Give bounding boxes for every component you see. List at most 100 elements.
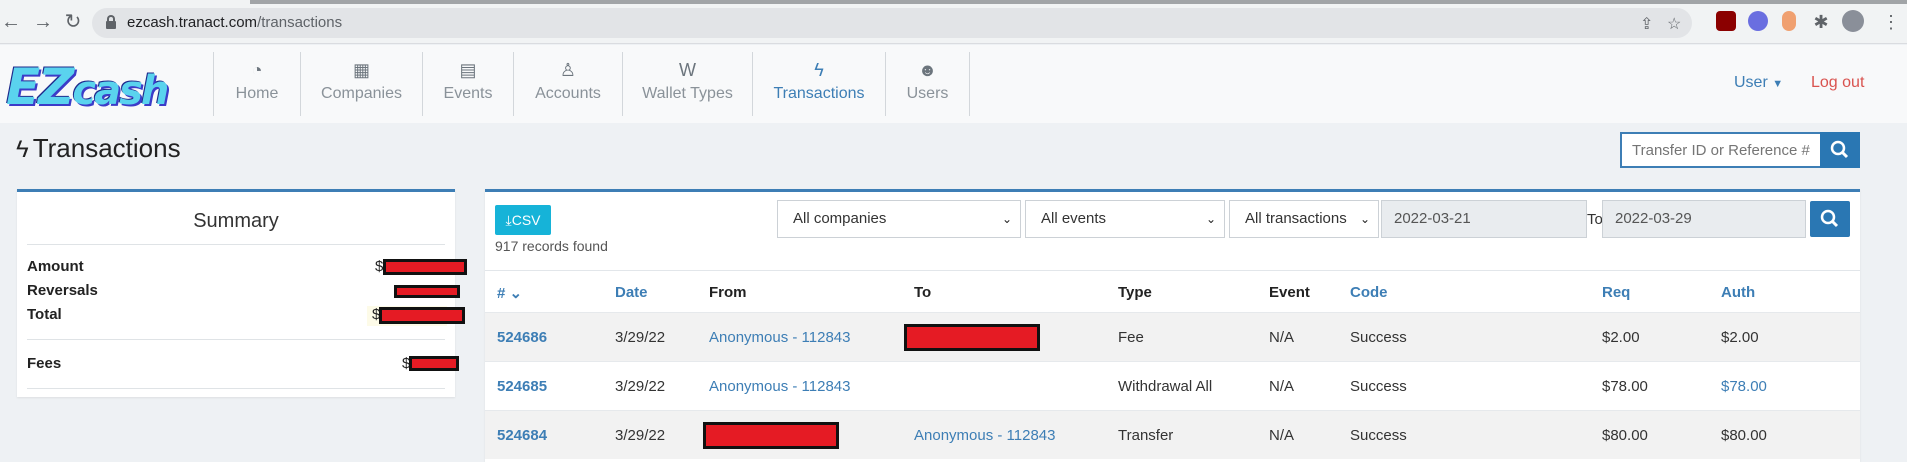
cell-auth: $2.00 — [1721, 329, 1759, 346]
col-event: Event — [1269, 284, 1310, 301]
nav-events[interactable]: ▤ Events — [423, 52, 514, 116]
cell-req: $80.00 — [1602, 427, 1648, 444]
nav-accounts[interactable]: ♙ Accounts — [514, 52, 623, 116]
col-type: Type — [1118, 284, 1152, 301]
divider — [27, 388, 445, 389]
reload-icon[interactable]: ↻ — [62, 11, 84, 33]
menu-icon[interactable]: ⋮ — [1880, 11, 1902, 33]
search-input[interactable] — [1620, 132, 1820, 168]
col-auth[interactable]: Auth — [1721, 284, 1755, 301]
search-icon — [1830, 140, 1849, 159]
table-row[interactable]: 524685 3/29/22 Anonymous - 112843 Withdr… — [485, 361, 1860, 410]
from-account-link[interactable]: Anonymous - 112843 — [709, 329, 850, 346]
extension-icon[interactable] — [1782, 11, 1796, 31]
col-id[interactable]: # ⌄ — [497, 284, 522, 302]
cell-req: $2.00 — [1602, 329, 1640, 346]
summary-row-fees: Fees $ — [27, 355, 459, 375]
cell-date: 3/29/22 — [615, 427, 666, 444]
url-text: ezcash.tranact.com/transactions — [127, 14, 343, 31]
date-from-input[interactable]: 2022-03-21 — [1381, 200, 1587, 238]
nav-home[interactable]: ◔ Home — [213, 52, 301, 116]
summary-row-reversals: Reversals — [27, 282, 460, 302]
app-header: EZcash ◔ Home ▦ Companies ▤ Events ♙ Acc… — [0, 45, 1907, 123]
transaction-id-link[interactable]: 524685 — [497, 378, 547, 395]
chevron-down-icon: ⌄ — [509, 285, 523, 302]
divider — [27, 339, 445, 340]
date-to-input[interactable]: 2022-03-29 — [1602, 200, 1806, 238]
profile-avatar[interactable] — [1842, 10, 1864, 32]
from-account-link[interactable]: Anonymous - 112843 — [709, 378, 850, 395]
redacted-from — [703, 422, 839, 449]
redacted-value — [394, 285, 460, 298]
cell-event: N/A — [1269, 427, 1295, 444]
search-icon — [1820, 209, 1839, 228]
cell-code: Success — [1350, 378, 1407, 395]
ublock-icon[interactable] — [1716, 11, 1736, 31]
date-to-label: To — [1587, 211, 1603, 228]
cell-code: Success — [1350, 329, 1407, 346]
col-req[interactable]: Req — [1602, 284, 1630, 301]
bolt-icon: ϟ — [16, 136, 29, 163]
summary-panel: Summary Amount $ Reversals Total $ Fees … — [17, 189, 467, 397]
filter-search-button[interactable] — [1810, 201, 1850, 237]
bolt-icon: ϟ — [814, 60, 824, 80]
cell-code: Success — [1350, 427, 1407, 444]
caret-down-icon: ▼ — [1772, 78, 1784, 90]
transaction-id-link[interactable]: 524684 — [497, 427, 547, 444]
ezcash-logo[interactable]: EZcash — [6, 57, 169, 121]
back-icon[interactable]: ← — [0, 11, 22, 33]
company-select[interactable]: All companies ⌄ — [777, 200, 1021, 238]
wallet-icon: W — [679, 60, 696, 80]
person-icon: ♙ — [559, 60, 577, 80]
table-row[interactable]: 524686 3/29/22 Anonymous - 112843 Fee N/… — [485, 312, 1860, 361]
puzzle-icon[interactable]: ✱ — [1810, 11, 1832, 33]
summary-row-amount: Amount $ — [27, 258, 467, 278]
cell-type: Withdrawal All — [1118, 378, 1213, 395]
logout-link[interactable]: Log out — [1811, 74, 1864, 92]
calendar-icon: ▤ — [459, 60, 477, 80]
cell-date: 3/29/22 — [615, 378, 666, 395]
col-from: From — [709, 284, 747, 301]
transaction-id-link[interactable]: 524686 — [497, 329, 547, 346]
extension-badge-icon[interactable] — [1748, 11, 1768, 31]
summary-row-total: Total $ — [27, 306, 465, 326]
address-bar[interactable]: ezcash.tranact.com/transactions ⇪ ☆ — [92, 8, 1692, 38]
cell-req: $78.00 — [1602, 378, 1648, 395]
cell-date: 3/29/22 — [615, 329, 666, 346]
summary-title: Summary — [193, 210, 279, 232]
lock-icon — [106, 15, 116, 29]
nav-companies[interactable]: ▦ Companies — [301, 52, 423, 116]
chevron-down-icon: ⌄ — [1001, 212, 1012, 226]
cell-type: Fee — [1118, 329, 1144, 346]
records-count: 917 records found — [495, 238, 608, 254]
cell-auth: $80.00 — [1721, 427, 1767, 444]
cell-auth-link[interactable]: $78.00 — [1721, 378, 1767, 395]
star-icon[interactable]: ☆ — [1667, 14, 1681, 34]
building-icon: ▦ — [352, 60, 370, 80]
redacted-value — [409, 356, 459, 371]
forward-icon[interactable]: → — [32, 11, 54, 33]
share-icon[interactable]: ⇪ — [1640, 14, 1653, 34]
user-dropdown[interactable]: User ▼ — [1734, 74, 1783, 92]
chevron-down-icon: ⌄ — [1359, 212, 1370, 226]
cell-event: N/A — [1269, 329, 1295, 346]
cell-type: Transfer — [1118, 427, 1174, 444]
nav-wallet-types[interactable]: W Wallet Types — [623, 52, 753, 116]
csv-export-button[interactable]: ⤓CSV — [495, 205, 551, 235]
dashboard-icon: ◔ — [251, 60, 263, 80]
nav-users[interactable]: ☻ Users — [886, 52, 970, 116]
event-select[interactable]: All events ⌄ — [1025, 200, 1225, 238]
users-icon: ☻ — [918, 60, 937, 80]
to-account-link[interactable]: Anonymous - 112843 — [914, 427, 1055, 444]
col-date[interactable]: Date — [615, 284, 648, 301]
table-header: # ⌄ Date From To Type Event Code Req Aut… — [485, 270, 1860, 312]
transaction-type-select[interactable]: All transactions ⌄ — [1229, 200, 1379, 238]
divider — [27, 244, 445, 245]
search-button[interactable] — [1820, 132, 1860, 168]
browser-toolbar: ← → ↻ ezcash.tranact.com/transactions ⇪ … — [0, 0, 1907, 44]
cell-event: N/A — [1269, 378, 1295, 395]
table-row[interactable]: 524684 3/29/22 Anonymous - 112843 Transf… — [485, 410, 1860, 459]
chevron-down-icon: ⌄ — [1205, 212, 1216, 226]
nav-transactions[interactable]: ϟ Transactions — [753, 52, 886, 116]
col-code[interactable]: Code — [1350, 284, 1388, 301]
